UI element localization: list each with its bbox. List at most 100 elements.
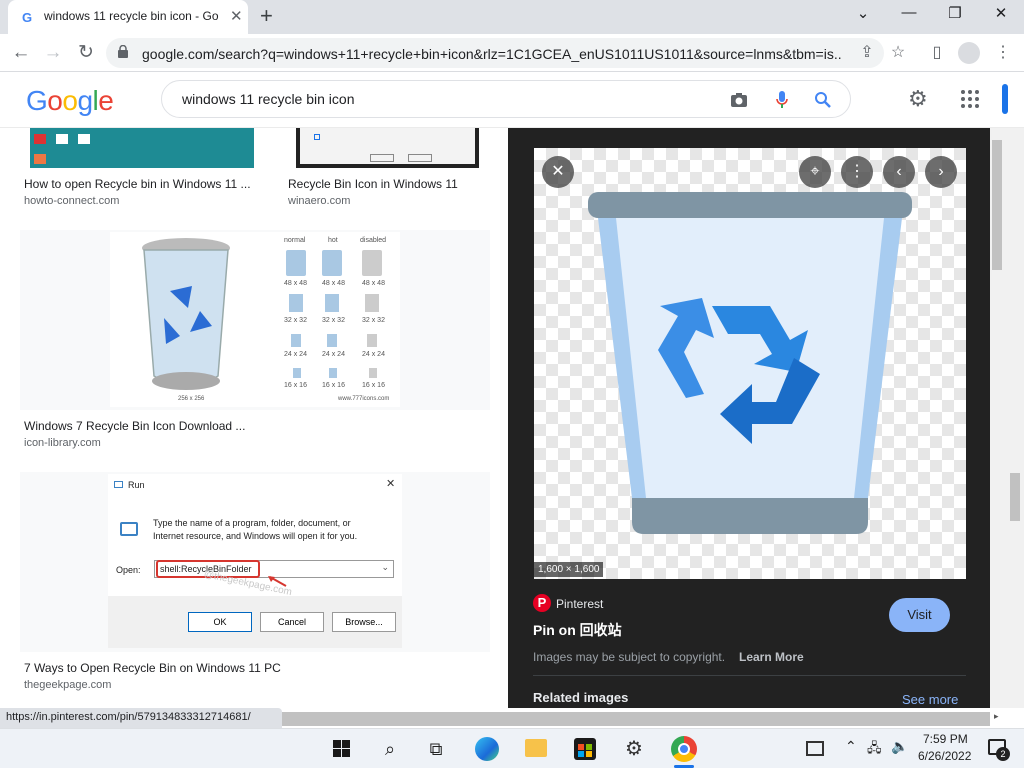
news-widget-icon[interactable] — [806, 741, 824, 756]
preview-title[interactable]: Pin on 回收站 — [533, 620, 622, 640]
minimize-button[interactable]: — — [889, 4, 929, 28]
camera-icon[interactable] — [730, 92, 748, 108]
w7-bin-hot-24 — [327, 334, 337, 347]
more-options-icon[interactable]: ⋮ — [841, 156, 873, 188]
see-more-link[interactable]: See more — [902, 692, 958, 707]
preview-image[interactable] — [534, 148, 966, 579]
w7-size-24b: 24 x 24 — [322, 351, 345, 358]
side-panel-icon[interactable]: ▯ — [926, 42, 948, 64]
learn-more-link[interactable]: Learn More — [739, 650, 804, 664]
forward-button[interactable]: → — [42, 42, 64, 64]
horizontal-scrollbar[interactable] — [282, 712, 990, 726]
account-edge[interactable] — [1002, 84, 1008, 114]
w7-size-16a: 16 x 16 — [284, 382, 307, 389]
run-app-icon — [120, 522, 138, 536]
apps-grid-icon[interactable] — [961, 90, 979, 108]
close-preview-button[interactable]: ✕ — [542, 156, 574, 188]
google-logo[interactable]: Google — [26, 85, 114, 117]
run-cancel-button: Cancel — [260, 612, 324, 632]
w7-bin-normal-24 — [291, 334, 301, 347]
image-dimensions: 1,600 × 1,600 — [534, 562, 604, 577]
result-domain-1: howto-connect.com — [24, 195, 120, 207]
logo-letter-g2: g — [77, 85, 93, 116]
image-results-grid: How to open Recycle bin in Windows 11 ..… — [0, 128, 508, 708]
w7-size-48a: 48 x 48 — [284, 280, 307, 287]
vertical-scrollbar[interactable] — [990, 128, 1024, 708]
w7-size-16b: 16 x 16 — [322, 382, 345, 389]
previous-image-button[interactable]: ‹ — [883, 156, 915, 188]
restore-button[interactable]: ❐ — [935, 4, 975, 28]
result-caption-1[interactable]: How to open Recycle bin in Windows 11 ..… — [24, 177, 251, 191]
tab-strip: G windows 11 recycle bin icon - Go ✕ + ⌄… — [0, 0, 1024, 34]
show-hidden-icons-chevron-icon[interactable]: ⌃ — [845, 738, 857, 755]
result-caption-4[interactable]: 7 Ways to Open Recycle Bin on Windows 11… — [24, 661, 281, 675]
run-dropdown-icon: ⌄ — [381, 562, 389, 572]
chrome-icon[interactable] — [671, 736, 697, 762]
w7-size-24c: 24 x 24 — [362, 351, 385, 358]
result-thumb-run: Run ✕ Type the name of a program, folder… — [108, 474, 402, 648]
profile-avatar[interactable] — [958, 42, 980, 64]
w7-bin-disabled-48 — [362, 250, 382, 276]
network-icon[interactable]: 🖧 — [867, 739, 882, 761]
result-card-run[interactable]: Run ✕ Type the name of a program, folder… — [20, 472, 490, 652]
visit-button[interactable]: Visit — [889, 598, 950, 632]
w7-recycle-bin-icon — [142, 238, 230, 390]
run-text-line2: Internet resource, and Windows will open… — [153, 531, 358, 541]
result-domain-2: winaero.com — [288, 195, 351, 207]
google-header: Google windows 11 recycle bin icon ⚙ — [0, 72, 1024, 128]
new-tab-button[interactable]: + — [260, 3, 273, 29]
scroll-right-arrow-icon[interactable]: ▸ — [994, 711, 999, 722]
run-dialog-icon — [114, 481, 123, 488]
taskbar-search-icon[interactable]: ⌕ — [376, 735, 404, 763]
result-thumb-winaero[interactable] — [296, 128, 479, 168]
share-icon[interactable]: ⇪ — [856, 42, 878, 64]
w7-bin-disabled-24 — [367, 334, 377, 347]
volume-icon[interactable]: 🔈 — [891, 738, 908, 755]
back-button[interactable]: ← — [10, 42, 32, 64]
w7-header-disabled: disabled — [360, 237, 387, 244]
settings-gear-icon[interactable]: ⚙ — [908, 86, 928, 112]
tab-title: windows 11 recycle bin icon - Go — [44, 9, 219, 23]
edge-browser-icon[interactable] — [475, 737, 499, 761]
taskbar-time[interactable]: 7:59 PM — [923, 732, 968, 746]
task-view-icon[interactable]: ⧉ — [422, 735, 450, 763]
lock-icon — [118, 45, 128, 58]
next-image-button[interactable]: › — [925, 156, 957, 188]
result-thumb-howto[interactable] — [30, 128, 254, 168]
search-input[interactable]: windows 11 recycle bin icon — [161, 80, 851, 118]
result-thumb-w7: normal hot disabled 48 x 48 48 x 48 48 x… — [110, 232, 400, 407]
taskbar-date[interactable]: 6/26/2022 — [918, 749, 971, 763]
run-open-label: Open: — [116, 565, 141, 575]
windows-taskbar: ⌕ ⧉ ⚙ ⌃ 🖧 🔈 7:59 PM 6/26/2022 2 — [0, 728, 1024, 768]
file-explorer-icon[interactable] — [525, 739, 547, 757]
scrollbar-thumb-preview[interactable] — [992, 140, 1002, 270]
address-bar[interactable]: google.com/search?q=windows+11+recycle+b… — [106, 38, 884, 68]
w7-bin-disabled-16 — [369, 368, 377, 378]
result-card-w7[interactable]: normal hot disabled 48 x 48 48 x 48 48 x… — [20, 230, 490, 410]
settings-app-icon[interactable]: ⚙ — [620, 735, 648, 763]
preview-source[interactable]: Pinterest — [556, 597, 603, 611]
scrollbar-thumb-page[interactable] — [1010, 473, 1020, 521]
pinterest-logo-icon: P — [533, 594, 551, 612]
w7-size-32a: 32 x 32 — [284, 317, 307, 324]
close-window-button[interactable]: ✕ — [981, 4, 1021, 28]
search-icon[interactable] — [814, 91, 832, 109]
result-caption-3[interactable]: Windows 7 Recycle Bin Icon Download ... — [24, 419, 245, 433]
close-tab-icon[interactable]: ✕ — [230, 7, 243, 25]
lens-search-icon[interactable]: ⌖ — [799, 156, 831, 188]
more-menu-icon[interactable]: ⋮ — [992, 42, 1014, 64]
browser-tab[interactable]: G windows 11 recycle bin icon - Go ✕ — [8, 0, 248, 34]
w7-bin-hot-48 — [322, 250, 342, 276]
windows-start-icon[interactable] — [333, 740, 350, 757]
result-caption-2[interactable]: Recycle Bin Icon in Windows 11 — [288, 177, 458, 191]
status-bar-url: https://in.pinterest.com/pin/57913483331… — [0, 708, 282, 728]
reload-button[interactable]: ↻ — [75, 42, 97, 64]
microsoft-store-icon[interactable] — [574, 738, 596, 760]
bookmark-star-icon[interactable]: ☆ — [887, 42, 909, 64]
search-query: windows 11 recycle bin icon — [182, 91, 355, 107]
w7-size-32c: 32 x 32 — [362, 317, 385, 324]
microphone-icon[interactable] — [776, 90, 788, 110]
tab-search-icon[interactable]: ⌄ — [843, 4, 883, 28]
copyright-text: Images may be subject to copyright. — [533, 650, 726, 664]
logo-letter-o2: o — [62, 85, 78, 116]
